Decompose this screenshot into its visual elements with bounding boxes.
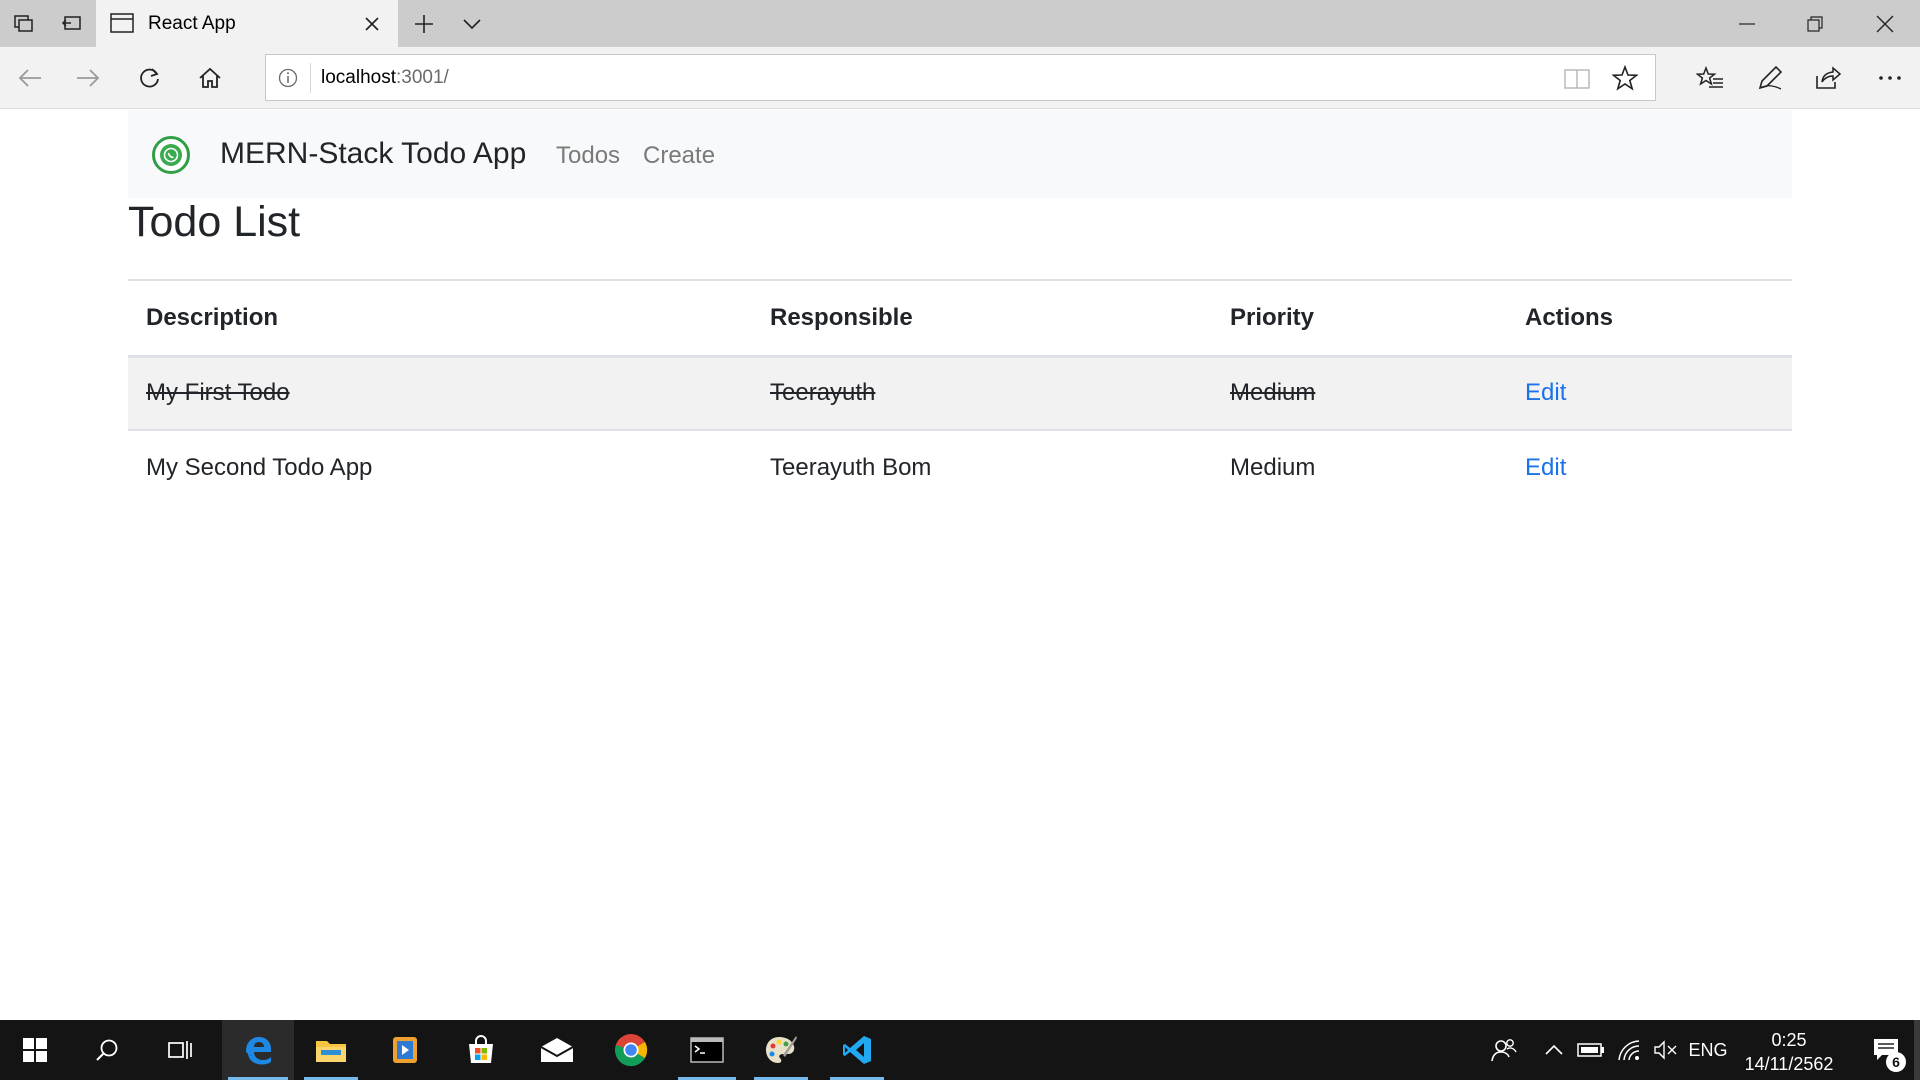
todo-table: Description Responsible Priority Actions… bbox=[128, 279, 1792, 504]
restore-icon[interactable] bbox=[1786, 0, 1844, 47]
battery-icon[interactable] bbox=[1574, 1020, 1608, 1080]
browser-titlebar: React App bbox=[0, 0, 1920, 47]
search-icon[interactable] bbox=[74, 1020, 140, 1080]
nav-todos-link[interactable]: Todos bbox=[556, 142, 620, 170]
file-explorer-icon[interactable] bbox=[298, 1020, 364, 1080]
home-icon[interactable] bbox=[186, 54, 234, 102]
header-responsible: Responsible bbox=[752, 279, 1212, 358]
todo-description: My First Todo bbox=[128, 356, 752, 431]
todo-responsible: Teerayuth Bom bbox=[770, 453, 932, 481]
notification-count-badge: 6 bbox=[1886, 1052, 1906, 1072]
url-port-path: :3001/ bbox=[396, 67, 449, 88]
edit-link[interactable]: Edit bbox=[1525, 454, 1566, 481]
set-aside-tabs-icon[interactable] bbox=[0, 0, 48, 47]
tab-title: React App bbox=[148, 12, 236, 34]
page-icon bbox=[110, 13, 134, 33]
close-window-icon[interactable] bbox=[1856, 0, 1914, 47]
app-navbar: MERN-Stack Todo App Todos Create bbox=[128, 110, 1792, 198]
minimize-icon[interactable] bbox=[1718, 0, 1776, 47]
show-desktop-button[interactable] bbox=[1914, 1020, 1920, 1080]
command-prompt-icon[interactable] bbox=[672, 1020, 742, 1080]
todo-actions-cell: Edit bbox=[1507, 356, 1792, 431]
microsoft-store-icon[interactable] bbox=[448, 1020, 514, 1080]
info-icon[interactable] bbox=[278, 68, 298, 88]
edit-link[interactable]: Edit bbox=[1525, 379, 1566, 406]
header-actions: Actions bbox=[1507, 279, 1792, 358]
url-host: localhost bbox=[321, 67, 396, 88]
refresh-icon[interactable] bbox=[126, 54, 174, 102]
close-tab-icon[interactable] bbox=[356, 8, 388, 40]
url-text: localhost:3001/ bbox=[321, 67, 449, 89]
reading-view-icon[interactable] bbox=[1564, 68, 1590, 90]
clock-time: 0:25 bbox=[1771, 1030, 1807, 1050]
chrome-icon[interactable] bbox=[598, 1020, 664, 1080]
clock-date: 14/11/2562 bbox=[1744, 1054, 1834, 1074]
todo-responsible: Teerayuth bbox=[752, 356, 1212, 431]
mail-icon[interactable] bbox=[524, 1020, 590, 1080]
media-player-icon[interactable] bbox=[372, 1020, 438, 1080]
pen-notes-icon[interactable] bbox=[1746, 54, 1794, 102]
header-priority: Priority bbox=[1212, 279, 1507, 358]
more-menu-icon[interactable] bbox=[1866, 54, 1914, 102]
volume-muted-icon[interactable] bbox=[1650, 1020, 1682, 1080]
brand-link[interactable]: MERN-Stack Todo App bbox=[220, 137, 526, 171]
wifi-icon[interactable] bbox=[1614, 1020, 1646, 1080]
tab-preview-chevron-icon[interactable] bbox=[448, 0, 496, 47]
show-hidden-icons-chevron-icon[interactable] bbox=[1540, 1020, 1568, 1080]
new-tab-icon[interactable] bbox=[400, 0, 448, 47]
todo-actions-cell: Edit bbox=[1507, 430, 1792, 504]
todo-priority: Medium bbox=[1212, 356, 1507, 431]
address-bar[interactable]: localhost:3001/ bbox=[265, 54, 1656, 101]
browser-toolbar: localhost:3001/ bbox=[0, 47, 1920, 109]
todo-description: My Second Todo App bbox=[146, 453, 373, 481]
paint-icon[interactable] bbox=[748, 1020, 814, 1080]
table-header-row: Description Responsible Priority Actions bbox=[128, 279, 1792, 358]
header-description: Description bbox=[128, 279, 752, 358]
page-title: Todo List bbox=[128, 198, 301, 246]
browser-tab[interactable]: React App bbox=[96, 0, 398, 47]
back-arrow-icon[interactable] bbox=[6, 54, 54, 102]
todo-priority: Medium bbox=[1230, 453, 1316, 481]
nav-create-link[interactable]: Create bbox=[643, 142, 715, 170]
vscode-icon[interactable] bbox=[824, 1020, 890, 1080]
windows-start-icon[interactable] bbox=[0, 1020, 70, 1080]
app-logo-icon[interactable] bbox=[152, 136, 190, 174]
forward-arrow-icon[interactable] bbox=[64, 54, 112, 102]
language-indicator[interactable]: ENG bbox=[1684, 1020, 1732, 1080]
tabs-aside-icon[interactable] bbox=[48, 0, 96, 47]
windows-taskbar: ENG 0:25 14/11/2562 6 bbox=[0, 1020, 1920, 1080]
favorite-star-icon[interactable] bbox=[1612, 65, 1638, 91]
share-icon[interactable] bbox=[1804, 54, 1852, 102]
table-row: My First Todo Teerayuth Medium Edit bbox=[128, 356, 1792, 431]
edge-browser-icon[interactable] bbox=[222, 1020, 294, 1080]
task-view-icon[interactable] bbox=[146, 1020, 212, 1080]
favorites-list-icon[interactable] bbox=[1686, 54, 1734, 102]
people-icon[interactable] bbox=[1484, 1020, 1524, 1080]
clock[interactable]: 0:25 14/11/2562 bbox=[1730, 1028, 1848, 1076]
notification-center-icon[interactable]: 6 bbox=[1858, 1020, 1914, 1080]
table-row: My Second Todo App Teerayuth Bom Medium … bbox=[128, 430, 1792, 504]
